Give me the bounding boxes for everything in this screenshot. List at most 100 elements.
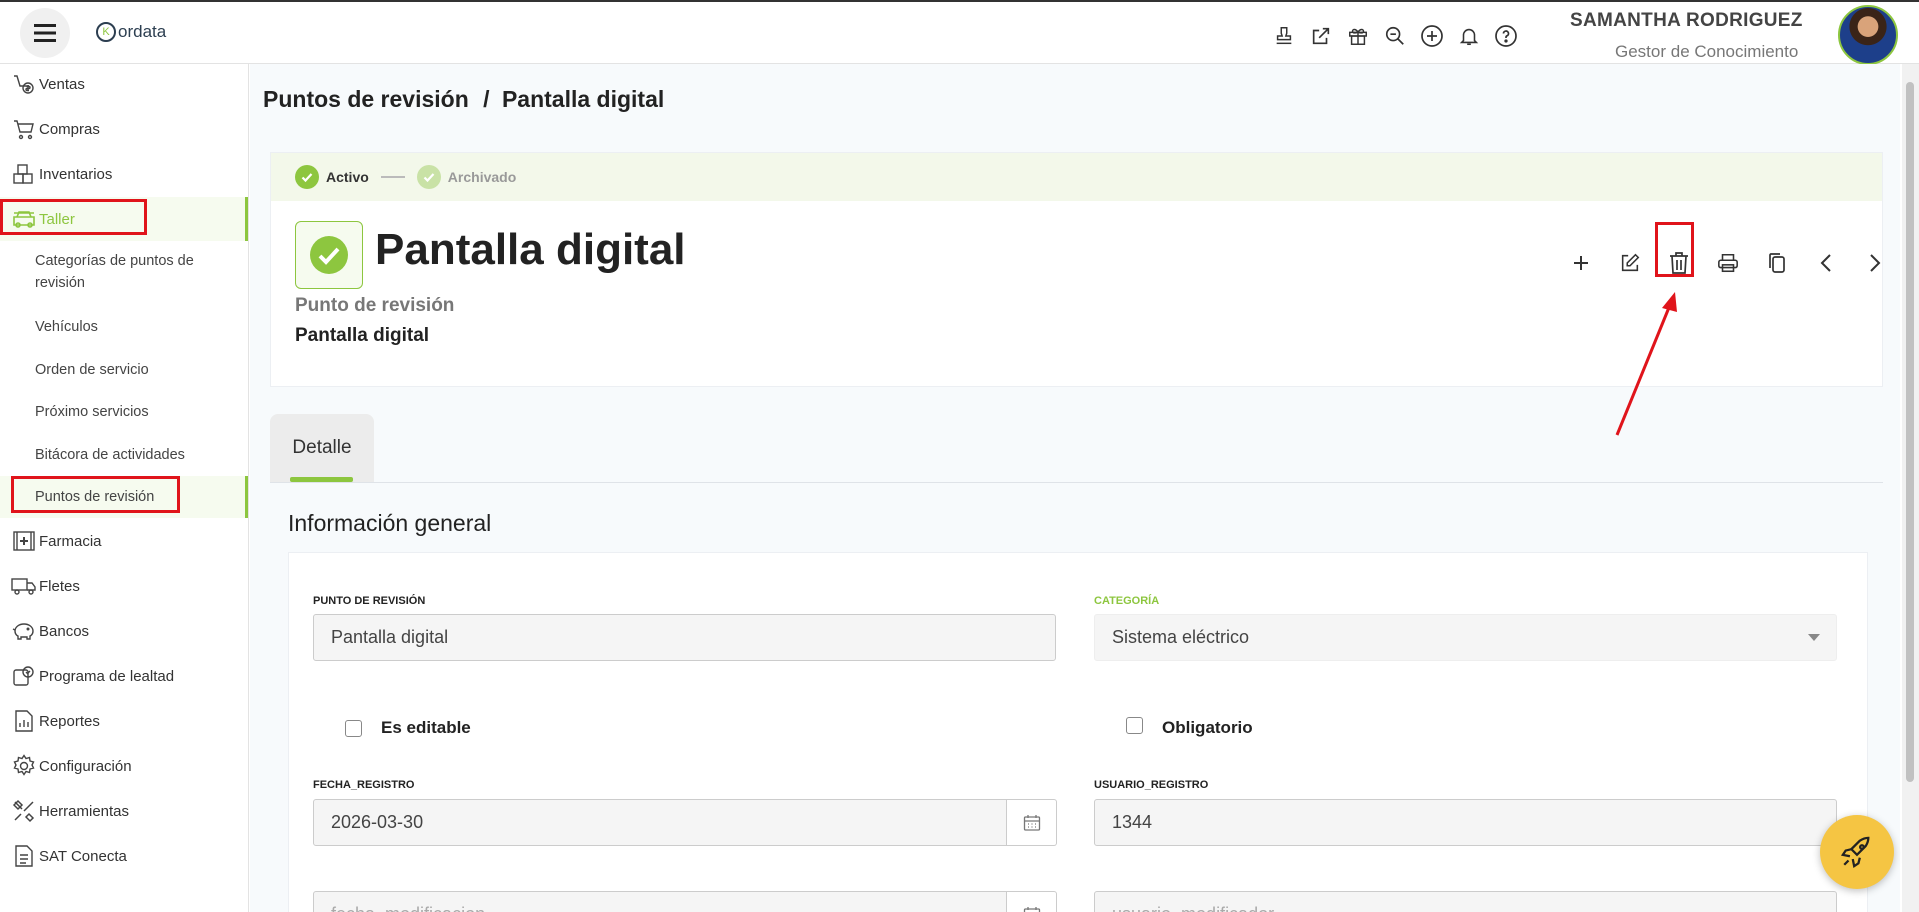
check-circle-icon bbox=[416, 165, 441, 189]
edit-button[interactable] bbox=[1605, 238, 1654, 288]
status-step-archivado[interactable]: Archivado bbox=[448, 169, 516, 185]
categoria-label: CATEGORÍA bbox=[1094, 595, 1160, 607]
punto-input[interactable]: Pantalla digital bbox=[313, 614, 1056, 661]
sidebar-item-compras[interactable]: Compras bbox=[0, 109, 248, 149]
sidebar-item-reportes[interactable]: Reportes bbox=[0, 701, 248, 741]
sidebar-item-inventarios[interactable]: Inventarios bbox=[0, 154, 248, 194]
header-icon-group bbox=[1265, 20, 1524, 52]
sidebar-item-bancos[interactable]: Bancos bbox=[0, 611, 248, 651]
sidebar-item-ventas[interactable]: Ventas bbox=[0, 64, 248, 104]
obligatorio-checkbox[interactable] bbox=[1126, 717, 1143, 734]
copy-button[interactable] bbox=[1752, 238, 1801, 288]
gear-icon bbox=[10, 752, 38, 780]
sidebar-sub-vehiculos[interactable]: Vehículos bbox=[35, 316, 98, 338]
sidebar-item-label: Ventas bbox=[39, 75, 85, 93]
sidebar-item-label: Compras bbox=[39, 120, 100, 138]
search-zoom-icon[interactable] bbox=[1376, 20, 1413, 52]
fecha-modificacion-input[interactable]: fecha_modificacion bbox=[313, 891, 1007, 912]
sidebar-item-lealtad[interactable]: Programa de lealtad bbox=[0, 656, 248, 696]
record-name: Pantalla digital bbox=[295, 325, 430, 346]
sidebar-sub-orden-servicio[interactable]: Orden de servicio bbox=[35, 359, 149, 381]
plus-circle-icon[interactable] bbox=[1413, 20, 1450, 52]
status-step-activo[interactable]: Activo bbox=[326, 169, 369, 185]
usuario-modificador-input[interactable]: usuario_modificador bbox=[1094, 891, 1837, 912]
fecha-registro-calendar-button[interactable] bbox=[1007, 799, 1057, 846]
categoria-select[interactable]: Sistema eléctrico bbox=[1094, 614, 1837, 661]
sidebar-item-fletes[interactable]: Fletes bbox=[0, 566, 248, 606]
sidebar-item-farmacia[interactable]: Farmacia bbox=[0, 521, 248, 561]
stamp-icon[interactable] bbox=[1265, 20, 1302, 52]
record-title: Pantalla digital bbox=[375, 225, 686, 274]
section-title: Información general bbox=[288, 510, 492, 536]
sidebar-item-label: Fletes bbox=[39, 577, 80, 595]
sidebar-item-label: SAT Conecta bbox=[39, 847, 127, 865]
obligatorio-label: Obligatorio bbox=[1162, 718, 1253, 737]
sidebar-sub-proximo-servicios[interactable]: Próximo servicios bbox=[35, 401, 149, 423]
document-icon bbox=[10, 842, 38, 870]
sidebar-item-herramientas[interactable]: Herramientas bbox=[0, 791, 248, 831]
logo-text: ordata bbox=[118, 22, 167, 41]
user-name[interactable]: SAMANTHA RODRIGUEZ bbox=[1570, 10, 1803, 32]
record-actions bbox=[1556, 238, 1899, 288]
truck-icon bbox=[10, 572, 38, 600]
sidebar-item-label: Configuración bbox=[39, 757, 132, 775]
avatar[interactable] bbox=[1838, 5, 1898, 65]
sidebar-sub-bitacora[interactable]: Bitácora de actividades bbox=[35, 444, 185, 466]
general-info-form: PUNTO DE REVISIÓN Pantalla digital CATEG… bbox=[288, 552, 1868, 912]
add-button[interactable] bbox=[1556, 238, 1605, 288]
sidebar-item-sat-conecta[interactable]: SAT Conecta bbox=[0, 836, 248, 876]
breadcrumb-parent[interactable]: Puntos de revisión bbox=[263, 86, 469, 112]
app-logo[interactable]: K ordata bbox=[96, 22, 166, 42]
add-icon bbox=[1573, 256, 1588, 270]
sidebar-item-label: Inventarios bbox=[39, 165, 113, 183]
sidebar-item-label: Bancos bbox=[39, 622, 90, 640]
boxes-icon bbox=[10, 160, 38, 188]
sidebar: Ventas Compras Inventarios Taller Catego… bbox=[0, 64, 249, 912]
status-stepper: Activo Archivado bbox=[271, 153, 1882, 201]
fecha-modificacion-calendar-button[interactable] bbox=[1007, 891, 1057, 912]
hamburger-menu-button[interactable] bbox=[20, 8, 70, 58]
copy-icon bbox=[1768, 253, 1785, 273]
highlight-box-puntos-revision bbox=[11, 476, 180, 513]
gift-icon[interactable] bbox=[1339, 20, 1376, 52]
sidebar-item-label: Reportes bbox=[39, 712, 100, 730]
rocket-fab-button[interactable] bbox=[1820, 815, 1894, 889]
edit-icon bbox=[1621, 253, 1639, 272]
tab-detalle[interactable]: Detalle bbox=[270, 414, 374, 482]
usuario-registro-input[interactable]: 1344 bbox=[1094, 799, 1837, 846]
cart-icon bbox=[10, 115, 38, 143]
previous-button[interactable] bbox=[1801, 238, 1850, 288]
print-button[interactable] bbox=[1703, 238, 1752, 288]
report-icon bbox=[10, 707, 38, 735]
next-button[interactable] bbox=[1850, 238, 1899, 288]
highlight-box-delete bbox=[1655, 222, 1694, 277]
sales-icon bbox=[10, 70, 38, 98]
scrollbar-thumb[interactable] bbox=[1906, 82, 1914, 782]
breadcrumb-current: Pantalla digital bbox=[501, 86, 665, 112]
hamburger-icon bbox=[34, 24, 56, 42]
highlight-box-taller bbox=[0, 199, 147, 235]
check-circle-icon bbox=[295, 165, 319, 189]
es-editable-label: Es editable bbox=[381, 718, 471, 737]
page-scrollbar[interactable] bbox=[1902, 64, 1919, 912]
punto-label: PUNTO DE REVISIÓN bbox=[313, 595, 426, 607]
sidebar-item-configuracion[interactable]: Configuración bbox=[0, 746, 248, 786]
breadcrumb: Puntos de revisión / Pantalla digital bbox=[263, 86, 664, 113]
loyalty-icon bbox=[10, 662, 38, 690]
calendar-icon bbox=[1023, 814, 1040, 831]
user-role: Gestor de Conocimiento bbox=[1615, 42, 1799, 61]
chevron-left-icon bbox=[1820, 254, 1831, 272]
es-editable-checkbox[interactable] bbox=[345, 720, 362, 737]
record-status-icon bbox=[295, 221, 363, 289]
external-link-icon[interactable] bbox=[1302, 20, 1339, 52]
calendar-icon bbox=[1023, 906, 1040, 912]
sidebar-item-label: Programa de lealtad bbox=[39, 667, 175, 685]
top-bar: K ordata SAMANTHA RODRIGUEZ Gestor de Co… bbox=[0, 0, 1919, 65]
usuario-registro-label: USUARIO_REGISTRO bbox=[1094, 779, 1209, 791]
bell-icon[interactable] bbox=[1450, 20, 1487, 52]
help-icon[interactable] bbox=[1487, 20, 1524, 52]
sidebar-sub-categorias[interactable]: Categorías de puntos de revisión bbox=[35, 250, 205, 294]
record-header-card: Activo Archivado Pantalla digital Punto … bbox=[270, 152, 1883, 387]
fecha-registro-input[interactable]: 2026-03-30 bbox=[313, 799, 1007, 846]
print-icon bbox=[1717, 253, 1738, 273]
